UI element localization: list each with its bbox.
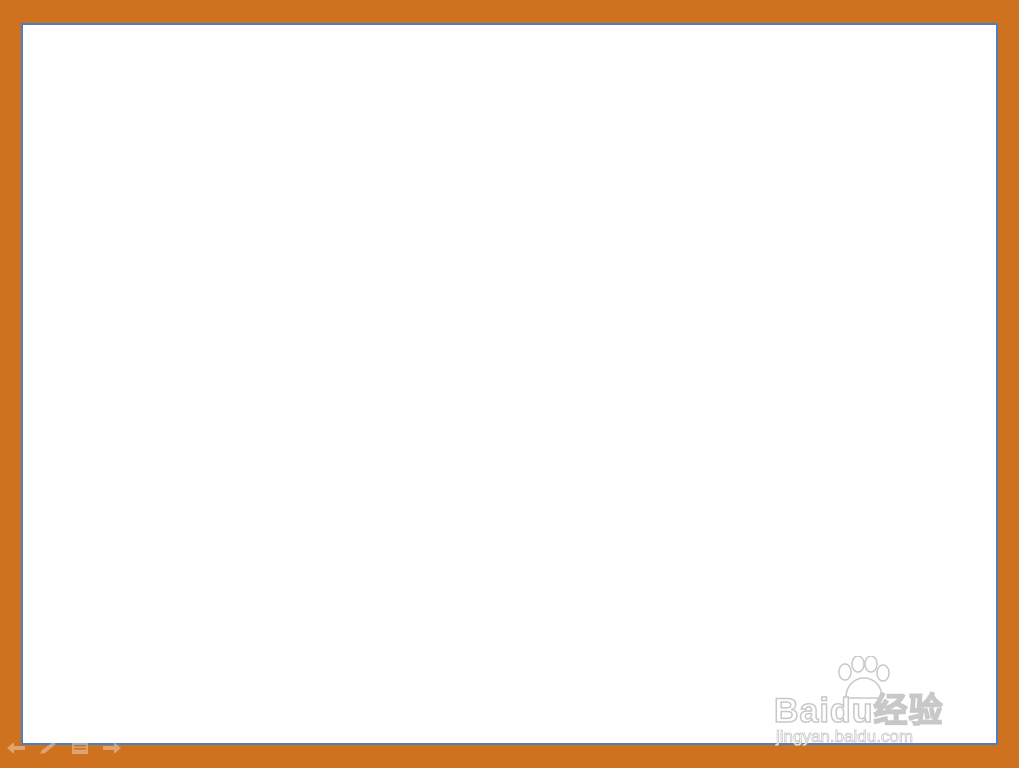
pen-tool-button[interactable]	[36, 740, 60, 756]
menu-icon	[72, 742, 88, 754]
slide-canvas[interactable]	[21, 23, 998, 745]
slide-menu-button[interactable]	[68, 740, 92, 756]
pen-icon	[40, 742, 56, 754]
slideshow-controls	[4, 740, 124, 756]
arrow-right-icon	[103, 742, 121, 754]
next-slide-button[interactable]	[100, 740, 124, 756]
arrow-left-icon	[7, 742, 25, 754]
slideshow-window: Baidu经验 jingyan.baidu.com	[0, 0, 1019, 768]
previous-slide-button[interactable]	[4, 740, 28, 756]
